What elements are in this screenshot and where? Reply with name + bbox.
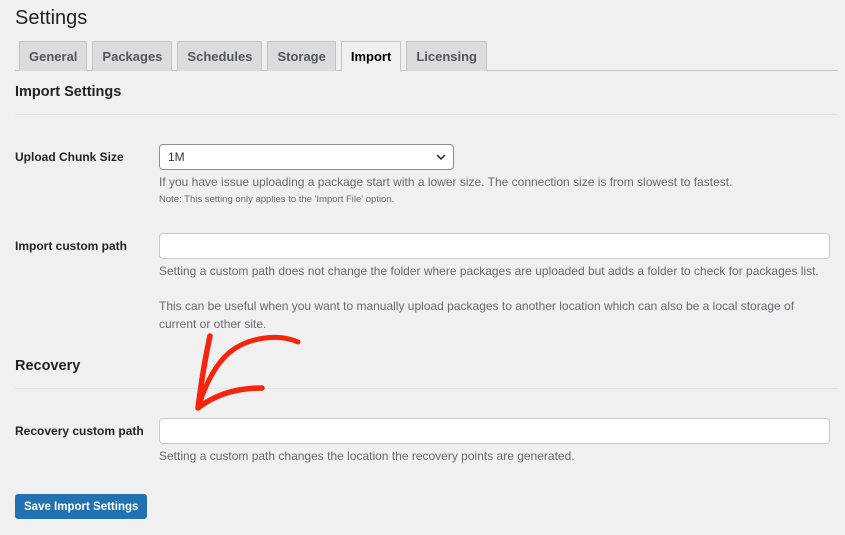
import-custom-path-description: Setting a custom path does not change th…: [159, 264, 819, 278]
tab-schedules[interactable]: Schedules: [177, 41, 263, 71]
tab-general[interactable]: General: [19, 41, 88, 71]
upload-chunk-size-value: 1M: [168, 150, 185, 164]
chevron-down-icon: [429, 145, 453, 169]
import-custom-path-description-extra: This can be useful when you want to manu…: [159, 299, 795, 331]
import-custom-path-input[interactable]: [159, 233, 830, 259]
page-title: Settings: [15, 7, 88, 29]
import-custom-path-label: Import custom path: [15, 239, 128, 253]
upload-chunk-size-note: Note: This setting only applies to the '…: [159, 194, 395, 205]
upload-chunk-size-label: Upload Chunk Size: [15, 150, 124, 164]
tab-packages[interactable]: Packages: [92, 41, 173, 71]
tab-licensing[interactable]: Licensing: [406, 41, 487, 71]
tab-import[interactable]: Import: [340, 41, 402, 72]
section-divider: [15, 388, 838, 389]
upload-chunk-size-select[interactable]: 1M: [159, 144, 454, 170]
save-import-settings-button[interactable]: Save Import Settings: [15, 494, 148, 519]
arrow-icon: [195, 333, 301, 411]
tab-storage[interactable]: Storage: [267, 41, 336, 71]
recovery-custom-path-description: Setting a custom path changes the locati…: [159, 449, 575, 463]
recovery-heading: Recovery: [15, 358, 81, 374]
recovery-custom-path-input[interactable]: [159, 418, 830, 444]
recovery-custom-path-label: Recovery custom path: [15, 424, 144, 438]
import-settings-heading: Import Settings: [15, 84, 122, 100]
settings-tabs: General Packages Schedules Storage Impor…: [15, 41, 838, 72]
upload-chunk-size-description: If you have issue uploading a package st…: [159, 175, 733, 189]
section-divider: [15, 114, 838, 115]
